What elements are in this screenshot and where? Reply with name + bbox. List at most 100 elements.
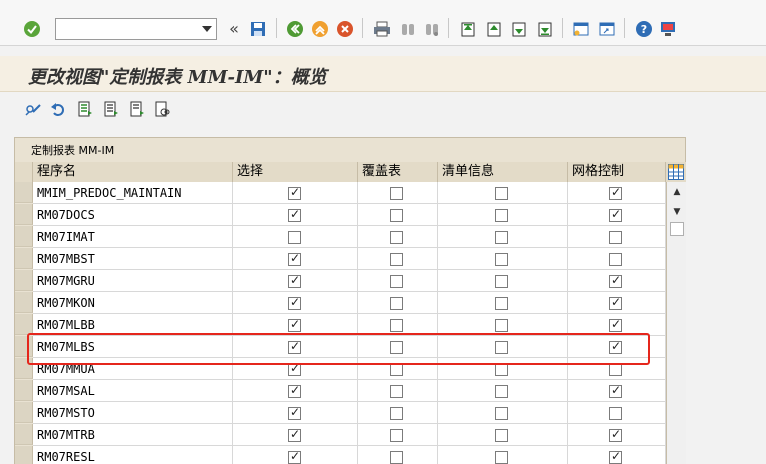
- select-checkbox[interactable]: [288, 361, 301, 376]
- list-info-checkbox[interactable]: [495, 253, 508, 266]
- undo-icon[interactable]: [48, 99, 68, 119]
- row-selector[interactable]: [15, 358, 33, 379]
- deselect-all-icon[interactable]: [101, 99, 121, 119]
- grid-checkbox[interactable]: [609, 339, 622, 354]
- table-row[interactable]: RM07MBST: [15, 248, 666, 270]
- grid-checkbox[interactable]: [609, 207, 622, 222]
- row-selector[interactable]: [15, 182, 33, 203]
- override-checkbox[interactable]: [390, 451, 403, 464]
- table-row[interactable]: RM07MMUA: [15, 358, 666, 380]
- grid-checkbox[interactable]: [609, 449, 622, 464]
- command-field[interactable]: [55, 18, 217, 40]
- row-selector[interactable]: [15, 314, 33, 335]
- override-checkbox[interactable]: [390, 209, 403, 222]
- back-double-icon[interactable]: «: [224, 18, 244, 38]
- list-info-checkbox[interactable]: [495, 297, 508, 310]
- list-info-checkbox[interactable]: [495, 363, 508, 376]
- column-header-program[interactable]: 程序名: [33, 162, 233, 182]
- column-header-list-info[interactable]: 清单信息: [438, 162, 568, 182]
- select-checkbox[interactable]: [288, 251, 301, 266]
- list-info-checkbox[interactable]: [495, 231, 508, 244]
- row-selector[interactable]: [15, 226, 33, 247]
- scroll-down-icon[interactable]: ▼: [667, 202, 687, 222]
- override-checkbox[interactable]: [390, 297, 403, 310]
- select-checkbox[interactable]: [288, 339, 301, 354]
- column-header-grid[interactable]: 网格控制: [568, 162, 666, 182]
- table-settings-icon[interactable]: [666, 162, 686, 182]
- shortcut-icon[interactable]: [597, 19, 617, 39]
- select-checkbox[interactable]: [288, 185, 301, 200]
- override-checkbox[interactable]: [390, 363, 403, 376]
- scroll-thumb[interactable]: [670, 222, 684, 236]
- cancel-icon[interactable]: [335, 19, 355, 39]
- override-checkbox[interactable]: [390, 275, 403, 288]
- grid-checkbox[interactable]: [609, 427, 622, 442]
- chevron-down-icon[interactable]: [198, 19, 216, 39]
- grid-checkbox[interactable]: [609, 231, 622, 244]
- exit-icon[interactable]: [310, 19, 330, 39]
- column-header-override[interactable]: 覆盖表: [358, 162, 438, 182]
- create-session-icon[interactable]: [571, 19, 591, 39]
- override-checkbox[interactable]: [390, 341, 403, 354]
- row-selector[interactable]: [15, 204, 33, 225]
- select-checkbox[interactable]: [288, 427, 301, 442]
- select-checkbox[interactable]: [288, 383, 301, 398]
- select-checkbox[interactable]: [288, 449, 301, 464]
- override-checkbox[interactable]: [390, 231, 403, 244]
- grid-checkbox[interactable]: [609, 253, 622, 266]
- row-selector[interactable]: [15, 402, 33, 423]
- list-info-checkbox[interactable]: [495, 209, 508, 222]
- list-info-checkbox[interactable]: [495, 451, 508, 464]
- list-info-checkbox[interactable]: [495, 275, 508, 288]
- select-checkbox[interactable]: [288, 295, 301, 310]
- row-selector[interactable]: [15, 446, 33, 464]
- select-checkbox[interactable]: [288, 231, 301, 244]
- list-info-checkbox[interactable]: [495, 407, 508, 420]
- select-checkbox[interactable]: [288, 405, 301, 420]
- override-checkbox[interactable]: [390, 319, 403, 332]
- find-next-icon[interactable]: [422, 19, 442, 39]
- find-icon[interactable]: [398, 19, 418, 39]
- list-info-checkbox[interactable]: [495, 385, 508, 398]
- table-row[interactable]: RM07RESL: [15, 446, 666, 464]
- grid-checkbox[interactable]: [609, 185, 622, 200]
- table-row[interactable]: RM07MGRU: [15, 270, 666, 292]
- override-checkbox[interactable]: [390, 429, 403, 442]
- table-row[interactable]: RM07MTRB: [15, 424, 666, 446]
- command-input[interactable]: [56, 19, 196, 39]
- back-icon[interactable]: [285, 19, 305, 39]
- save-icon[interactable]: [248, 19, 268, 39]
- override-checkbox[interactable]: [390, 253, 403, 266]
- row-selector[interactable]: [15, 270, 33, 291]
- select-checkbox[interactable]: [288, 317, 301, 332]
- display-change-icon[interactable]: [23, 99, 43, 119]
- last-page-icon[interactable]: [535, 19, 555, 39]
- select-column-header[interactable]: [15, 162, 33, 182]
- column-header-select[interactable]: 选择: [233, 162, 358, 182]
- previous-page-icon[interactable]: [484, 19, 504, 39]
- help-icon[interactable]: ?: [634, 19, 654, 39]
- row-selector[interactable]: [15, 424, 33, 445]
- override-checkbox[interactable]: [390, 407, 403, 420]
- list-info-checkbox[interactable]: [495, 187, 508, 200]
- vertical-scrollbar[interactable]: ▲ ▼: [666, 182, 686, 464]
- enter-icon[interactable]: [22, 19, 42, 39]
- table-row[interactable]: RM07IMAT: [15, 226, 666, 248]
- scroll-up-icon[interactable]: ▲: [667, 182, 687, 202]
- first-page-icon[interactable]: [458, 19, 478, 39]
- list-info-checkbox[interactable]: [495, 341, 508, 354]
- override-checkbox[interactable]: [390, 385, 403, 398]
- select-all-icon[interactable]: [75, 99, 95, 119]
- override-checkbox[interactable]: [390, 187, 403, 200]
- row-selector[interactable]: [15, 380, 33, 401]
- table-row[interactable]: RM07MSTO: [15, 402, 666, 424]
- table-row[interactable]: RM07MLBS: [15, 336, 666, 358]
- table-row[interactable]: MMIM_PREDOC_MAINTAIN: [15, 182, 666, 204]
- select-checkbox[interactable]: [288, 273, 301, 288]
- table-row[interactable]: RM07MSAL: [15, 380, 666, 402]
- print-icon[interactable]: [372, 19, 392, 39]
- row-selector[interactable]: [15, 336, 33, 357]
- select-checkbox[interactable]: [288, 207, 301, 222]
- row-selector[interactable]: [15, 292, 33, 313]
- next-page-icon[interactable]: [509, 19, 529, 39]
